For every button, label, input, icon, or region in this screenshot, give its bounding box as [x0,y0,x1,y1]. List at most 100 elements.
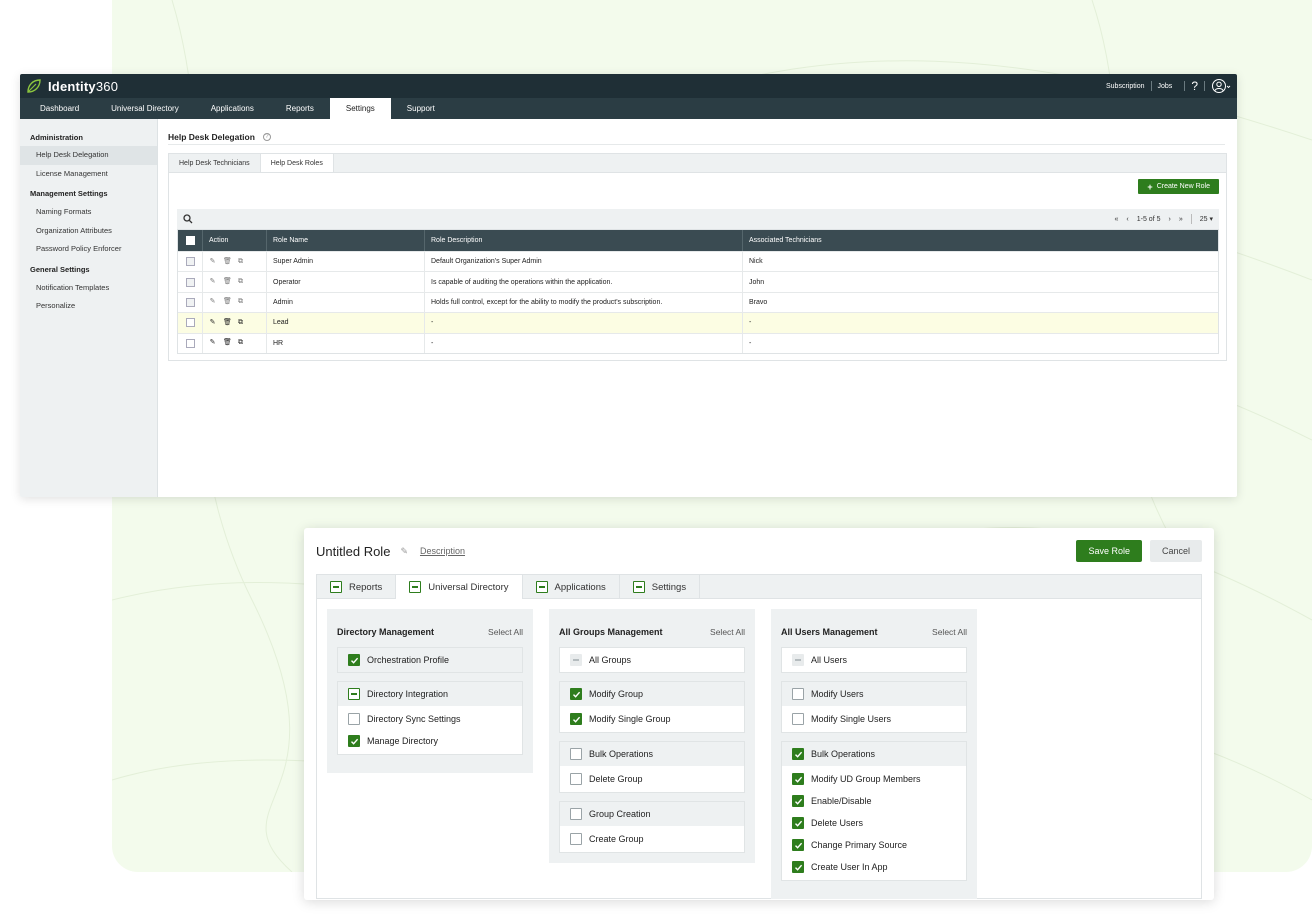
tab-reports[interactable]: Reports [317,575,397,599]
table-row[interactable]: ✎ 🗑 ⧉ Admin Holds full control, except f… [178,291,1218,313]
checkbox[interactable] [570,748,582,760]
check-icon[interactable] [792,817,804,829]
permission-group-head[interactable]: Bulk Operations [782,742,966,766]
save-role-button[interactable]: Save Role [1076,540,1142,562]
user-icon[interactable] [1211,78,1231,94]
delete-icon[interactable]: 🗑 [223,298,232,306]
permission-item[interactable]: Orchestration Profile [338,648,522,672]
permission-group-head[interactable]: Directory Integration [338,682,522,706]
check-icon[interactable] [792,839,804,851]
sidebar-item-notification-templates[interactable]: Notification Templates [20,279,157,298]
tab-help-desk-technicians[interactable]: Help Desk Technicians [169,154,260,172]
select-all-checkbox[interactable] [185,236,195,245]
checkbox[interactable] [570,808,582,820]
prev-page-button[interactable]: ‹ [1126,216,1128,223]
permission-group-head[interactable]: Group Creation [560,802,744,826]
copy-icon[interactable]: ⧉ [237,278,244,286]
delete-icon[interactable]: 🗑 [223,319,232,327]
copy-icon[interactable]: ⧉ [237,258,244,266]
tab-applications[interactable]: Applications [523,575,620,599]
subscription-link[interactable]: Subscription [1106,83,1145,90]
row-checkbox[interactable] [185,338,195,348]
permission-item[interactable]: Change Primary Source [782,834,966,856]
permission-item[interactable]: Create Group [560,828,744,850]
permission-item[interactable]: Create User In App [782,856,966,878]
edit-icon[interactable]: ✎ [209,278,216,286]
table-row[interactable]: ✎ 🗑 ⧉ Operator Is capable of auditing th… [178,271,1218,292]
check-icon[interactable] [570,688,582,700]
help-button[interactable]: ? [1191,79,1198,93]
sidebar-item-license-management[interactable]: License Management [20,165,157,184]
description-link[interactable]: Description [420,546,465,556]
check-icon[interactable] [348,654,360,666]
permission-item[interactable]: All Users [782,648,966,672]
permission-item[interactable]: Enable/Disable [782,790,966,812]
permission-item[interactable]: All Groups [560,648,744,672]
next-page-button[interactable]: › [1168,216,1170,223]
check-icon[interactable] [792,748,804,760]
permission-item[interactable]: Delete Group [560,768,744,790]
edit-icon[interactable]: ✎ [209,319,216,327]
search-icon[interactable] [183,214,193,224]
tab-checkbox[interactable] [535,581,548,593]
nav-settings[interactable]: Settings [329,98,391,119]
delete-icon[interactable]: 🗑 [223,278,232,286]
checkbox[interactable] [792,713,804,725]
delete-icon[interactable]: 🗑 [223,258,232,266]
check-icon[interactable] [570,713,582,725]
nav-reports[interactable]: Reports [270,98,330,119]
permission-group-head[interactable]: Bulk Operations [560,742,744,766]
per-page-select[interactable]: 25 ▾ [1200,215,1213,223]
permission-item[interactable]: Modify Single Group [560,708,744,730]
tab-checkbox[interactable] [632,581,645,593]
row-checkbox[interactable] [185,277,195,287]
select-all-link[interactable]: Select All [932,627,967,637]
check-icon[interactable] [792,861,804,873]
tab-universal-directory[interactable]: Universal Directory [396,575,523,599]
nav-dashboard[interactable]: Dashboard [24,98,95,119]
pencil-icon[interactable]: ✎ [400,546,408,557]
checkbox[interactable] [348,713,360,725]
permission-item[interactable]: Modify Single Users [782,708,966,730]
row-checkbox[interactable] [185,297,195,307]
help-circle-icon[interactable]: ? [262,132,271,141]
copy-icon[interactable]: ⧉ [237,319,244,327]
check-icon[interactable] [792,773,804,785]
partial-checkbox[interactable] [348,688,360,700]
permission-item[interactable]: Directory Sync Settings [338,708,522,730]
row-checkbox[interactable] [185,318,195,328]
row-checkbox[interactable] [185,257,195,267]
check-icon[interactable] [792,795,804,807]
tab-help-desk-roles[interactable]: Help Desk Roles [259,154,334,172]
permission-item[interactable]: Manage Directory [338,730,522,752]
sidebar-item-personalize[interactable]: Personalize [20,297,157,316]
copy-icon[interactable]: ⧉ [237,298,244,306]
permission-item[interactable]: Modify UD Group Members [782,768,966,790]
last-page-button[interactable]: » [1179,216,1183,223]
copy-icon[interactable]: ⧉ [237,339,244,347]
table-row[interactable]: ✎ 🗑 ⧉ Lead - - [178,312,1218,333]
edit-icon[interactable]: ✎ [209,298,216,306]
nav-applications[interactable]: Applications [195,98,270,119]
tab-settings[interactable]: Settings [620,575,701,599]
table-row[interactable]: ✎ 🗑 ⧉ HR - - [178,332,1218,353]
sidebar-item-help-desk-delegation[interactable]: Help Desk Delegation [20,146,157,165]
first-page-button[interactable]: « [1114,216,1118,223]
nav-universal-directory[interactable]: Universal Directory [95,98,195,119]
cancel-button[interactable]: Cancel [1149,540,1202,562]
tab-checkbox[interactable] [409,581,422,593]
permission-group-head[interactable]: Modify Group [560,682,744,706]
create-new-role-button[interactable]: + Create New Role [1138,179,1219,194]
edit-icon[interactable]: ✎ [209,339,216,347]
app-logo[interactable]: Identity360 [26,78,118,94]
jobs-link[interactable]: Jobs [1158,83,1173,90]
nav-support[interactable]: Support [391,98,451,119]
check-icon[interactable] [348,735,360,747]
sidebar-item-organization-attributes[interactable]: Organization Attributes [20,222,157,241]
sidebar-item-password-policy-enforcer[interactable]: Password Policy Enforcer [20,240,157,259]
sidebar-item-naming-formats[interactable]: Naming Formats [20,203,157,222]
select-all-link[interactable]: Select All [710,627,745,637]
permission-item[interactable]: Delete Users [782,812,966,834]
tab-checkbox[interactable] [330,581,342,593]
checkbox[interactable] [570,773,582,785]
